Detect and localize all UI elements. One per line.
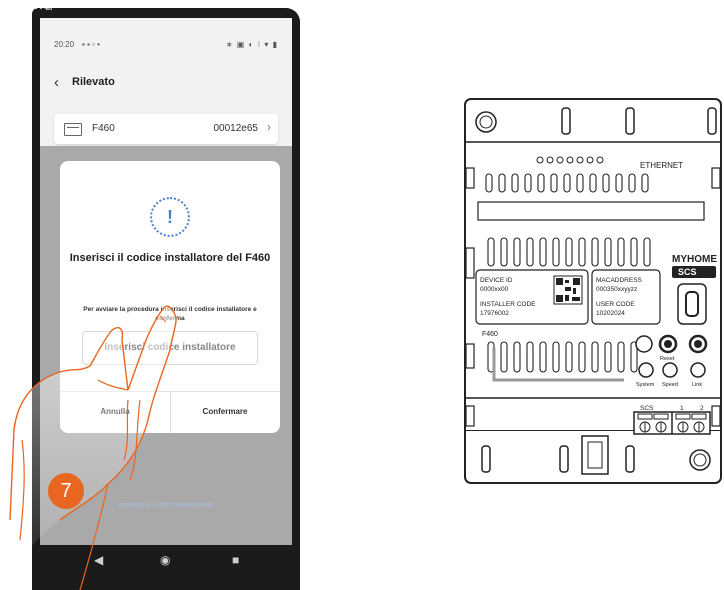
speed-led [662,362,678,378]
macaddress-label: MACADDRESS [596,277,643,284]
recents-nav-icon[interactable]: ■ [232,553,239,567]
user-code-label: USER CODE [596,301,635,308]
alert-icon: ! [150,197,190,237]
step-badge: 7 [48,473,84,509]
device-id-value: 0000xx00 [480,286,509,293]
link-label: Link [692,382,702,388]
back-nav-icon[interactable]: ◀ [94,553,103,567]
reset-label: Reset [660,356,675,362]
device-id-label: DEVICE ID [480,277,513,284]
system-nav-bar: ◀ ◉ ■ [40,545,292,580]
reset-led [635,335,653,353]
device-list-item[interactable]: F460 00012e65 › [54,114,278,144]
link-led [690,362,706,378]
terminal-block [633,411,711,435]
macaddress-value: 000350xxyyzz [596,286,637,293]
device-icon [64,123,82,136]
confirm-button[interactable]: Confermare [170,391,280,433]
f460-module-illustration: ETHERNET MYHOME SCS DEVICE ID 0000xx00 I… [464,98,722,484]
screen-capture-icons: ✕⧉ [34,1,54,13]
reset-button-center [664,340,672,348]
device-id: 00012e65 [213,123,259,134]
speed-label: Speed [662,382,678,388]
installer-code-label: INSTALLER CODE [480,301,536,308]
status-time: 20:20 [54,40,75,49]
notification-icons: ▪ ▪ ▫ • [82,40,100,49]
user-code-value: 10202024 [596,310,625,317]
installer-code-dialog: ! Inserisci il codice installatore del F… [60,161,280,433]
ethernet-connector-inner [685,291,699,317]
system-label: System [636,382,655,388]
model-label: F460 [482,331,498,338]
ethernet-label: ETHERNET [640,161,683,170]
status-led-top-center [694,340,702,348]
dialog-title: Inserisci il codice installatore del F46… [69,252,271,264]
system-led [638,362,654,378]
status-bar: 20:20 ▪ ▪ ▫ • ∗ ▣ ◐ ⁝ ▾ ▮ [40,34,292,56]
installer-code-value: 17976002 [480,310,509,317]
scs-terminal-label: SCS [640,405,654,412]
qr-code-icon [553,275,583,305]
terminal-1-label: 1 [680,405,684,412]
terminal-2-label: 2 [700,405,704,412]
dialog-subtitle: Per avviare la procedura inserisci il co… [83,306,257,322]
top-nav: ‹ Rilevato [40,68,292,98]
device-name: F460 [92,123,115,134]
brand-scs: SCS [678,267,697,277]
chevron-left-icon[interactable]: ‹ [54,74,59,91]
chevron-right-icon: › [267,120,271,134]
page-title: Rilevato [72,76,115,88]
system-status-icons: ∗ ▣ ◐ ⁝ ▾ ▮ [225,40,278,49]
installer-code-input[interactable]: Inserisci codice installatore [82,331,258,365]
cancel-button[interactable]: Annulla [60,391,170,433]
brand-myhome: MYHOME [672,254,717,265]
home-nav-icon[interactable]: ◉ [160,553,170,567]
